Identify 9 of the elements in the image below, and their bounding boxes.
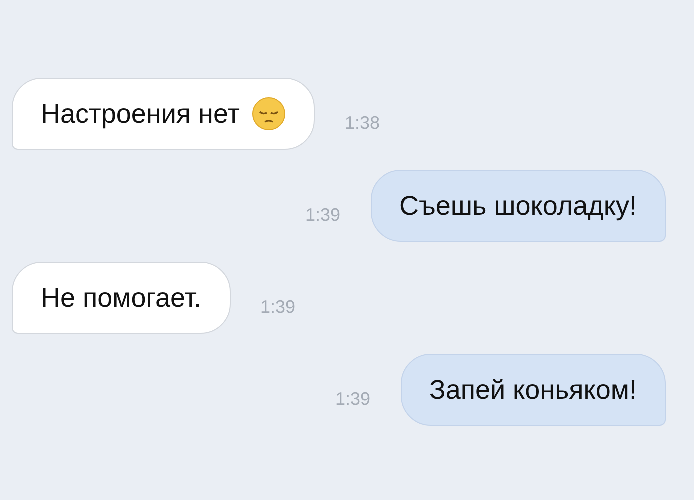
pensive-emoji-icon [252, 97, 286, 131]
message-time: 1:38 [344, 112, 380, 134]
message-time: 1:39 [335, 388, 371, 410]
message-text: Запей коньяком! [430, 374, 637, 406]
message-text: Настроения нет [41, 98, 240, 130]
message-text: Не помогает. [41, 282, 202, 314]
message-text: Съешь шоколадку! [400, 190, 637, 222]
message-time: 1:39 [260, 296, 296, 318]
message-time: 1:39 [305, 204, 341, 226]
